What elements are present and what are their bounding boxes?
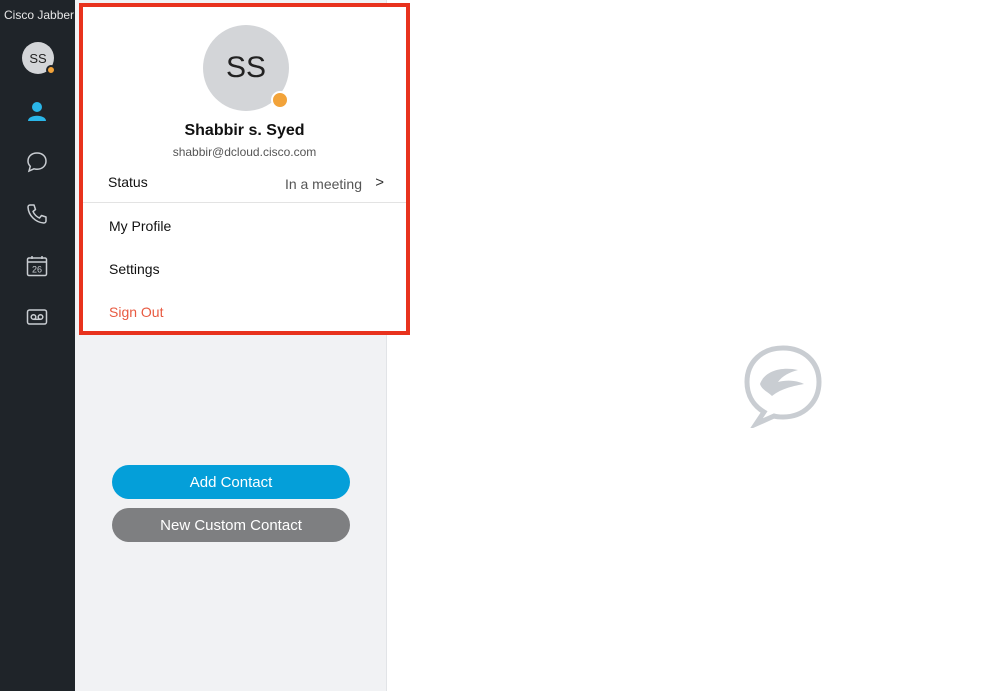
phone-icon (27, 204, 47, 224)
calendar-date: 26 (32, 265, 42, 275)
add-contact-button[interactable]: Add Contact (112, 465, 350, 499)
profile-avatar-initials: SS (225, 51, 267, 84)
sidebar-item-voicemail[interactable] (25, 305, 49, 329)
menu-item-my-profile[interactable]: My Profile (109, 218, 171, 234)
presence-dot (271, 91, 289, 109)
sidebar-avatar[interactable]: SS (22, 42, 56, 75)
profile-popup: SS Shabbir s. Syed shabbir@dcloud.cisco.… (79, 3, 410, 335)
sidebar-item-calls[interactable] (25, 202, 49, 226)
status-label: Status (108, 174, 148, 190)
avatar-initials: SS (29, 50, 47, 66)
sidebar-item-meetings[interactable]: 26 (25, 254, 49, 278)
new-custom-contact-button[interactable]: New Custom Contact (112, 508, 350, 542)
profile-avatar: SS (203, 25, 289, 111)
menu-item-settings[interactable]: Settings (109, 261, 160, 277)
calendar-icon: 26 (26, 256, 48, 277)
profile-email: shabbir@dcloud.cisco.com (172, 145, 317, 159)
jabber-logo-icon (744, 345, 822, 428)
menu-item-sign-out[interactable]: Sign Out (109, 304, 163, 320)
app-title: Cisco Jabber (4, 8, 75, 22)
profile-name: Shabbir s. Syed (184, 122, 305, 139)
chat-icon (27, 152, 47, 173)
status-row[interactable]: Status In a meeting > (83, 167, 406, 203)
left-sidebar: Cisco Jabber SS 26 (0, 0, 75, 691)
voicemail-icon (26, 309, 48, 325)
presence-dot (46, 65, 56, 75)
contacts-icon (28, 102, 46, 121)
chevron-right-icon: > (375, 174, 384, 191)
sidebar-item-chats[interactable] (25, 150, 49, 174)
sidebar-item-contacts[interactable] (25, 99, 49, 123)
status-value: In a meeting (284, 176, 362, 192)
